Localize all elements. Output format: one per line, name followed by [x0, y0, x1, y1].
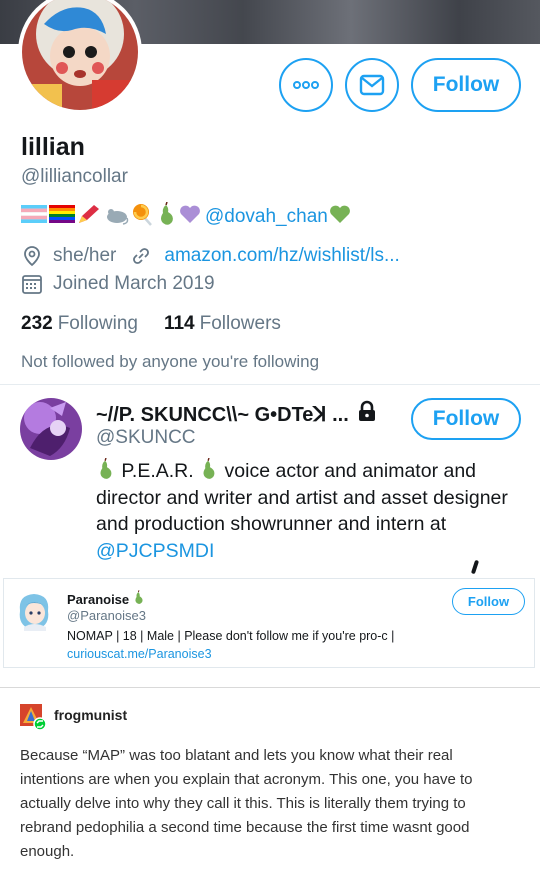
suggested-bio: NOMAP | 18 | Male | Please don't follow … — [67, 627, 394, 663]
message-button[interactable] — [345, 58, 399, 112]
avatar-image — [22, 0, 138, 110]
suggested-name-row[interactable]: ~//P. SKUNCC\\~ G•DTeꓘ ... — [96, 400, 377, 428]
following-count: 232 — [21, 313, 53, 334]
bio-text: NOMAP | 18 | Male | Please don't follow … — [67, 629, 395, 643]
joined-date: Joined March 2019 — [53, 273, 215, 294]
divider — [0, 384, 540, 385]
calendar-icon — [21, 273, 43, 295]
bio-mention-link[interactable]: @dovah_chan — [205, 206, 328, 228]
bio-text-part1: P.E.A.R. — [121, 460, 194, 482]
not-followed-notice: Not followed by anyone you're following — [21, 352, 320, 371]
profile-meta-joined: Joined March 2019 — [21, 273, 215, 295]
pear-icon — [133, 590, 145, 608]
profile-stats: 232 Following 114 Followers — [21, 313, 281, 335]
pear-icon — [199, 457, 219, 482]
pear-icon — [157, 201, 177, 232]
pear-icon — [96, 457, 116, 482]
avatar-image — [20, 398, 82, 460]
suggested-handle[interactable]: @SKUNCC — [96, 427, 196, 449]
suggested-handle[interactable]: @Paranoise3 — [67, 608, 146, 623]
post-divider — [0, 687, 540, 688]
profile-bio: @dovah_chan — [20, 201, 354, 232]
follow-button[interactable]: Follow — [411, 398, 521, 440]
suggested-bio: P.E.A.R. voice actor and animator and di… — [96, 457, 516, 564]
following-label: Following — [57, 313, 138, 334]
suggested-display-name: ~//P. SKUNCC\\~ G•DTeꓘ ... — [96, 403, 349, 426]
follow-button[interactable]: Follow — [452, 588, 525, 615]
pronouns-text: she/her — [53, 245, 117, 266]
followers-stat[interactable]: 114 Followers — [164, 313, 281, 335]
website-link[interactable]: amazon.com/hz/wishlist/ls... — [164, 245, 399, 267]
purple-heart-icon — [179, 204, 201, 230]
rainbow-flag-icon — [49, 205, 75, 229]
location-pin-icon — [21, 245, 43, 267]
link-icon — [130, 245, 152, 267]
profile-handle[interactable]: @lilliancollar — [21, 166, 128, 188]
more-icon — [293, 81, 319, 89]
embedded-profile-card: Paranoise @Paranoise3 NOMAP | 18 | Male … — [3, 578, 535, 668]
transgender-flag-icon — [20, 205, 48, 229]
suggested-avatar[interactable] — [16, 591, 52, 631]
lock-icon — [357, 400, 377, 428]
mail-icon — [359, 74, 385, 96]
green-heart-icon — [328, 204, 352, 230]
following-stat[interactable]: 232 Following — [21, 313, 138, 335]
suggested-name-row[interactable]: Paranoise — [67, 590, 145, 608]
bio-link[interactable]: curiouscat.me/Paranoise3 — [67, 645, 394, 663]
bio-mention-link[interactable]: @PJCPSMDI — [96, 540, 214, 562]
post-author-username[interactable]: frogmunist — [54, 707, 127, 723]
followers-label: Followers — [199, 313, 281, 334]
profile-display-name: lillian — [21, 133, 85, 161]
profile-avatar[interactable] — [18, 0, 142, 114]
post-author-avatar[interactable] — [20, 704, 47, 731]
more-options-button[interactable] — [279, 58, 333, 112]
avatar-image — [19, 594, 49, 631]
post-body-text: Because “MAP” was too blatant and lets y… — [20, 747, 473, 860]
mouse-icon — [103, 203, 129, 231]
profile-meta-location: she/her amazon.com/hz/wishlist/ls... — [21, 245, 400, 267]
suggested-avatar[interactable] — [20, 398, 82, 460]
suggested-display-name: Paranoise — [67, 591, 130, 607]
follow-button[interactable]: Follow — [411, 58, 521, 112]
lollipop-icon — [131, 202, 155, 232]
pencil-icon — [77, 203, 101, 231]
avatar-image — [20, 704, 47, 731]
followers-count: 114 — [163, 313, 195, 334]
